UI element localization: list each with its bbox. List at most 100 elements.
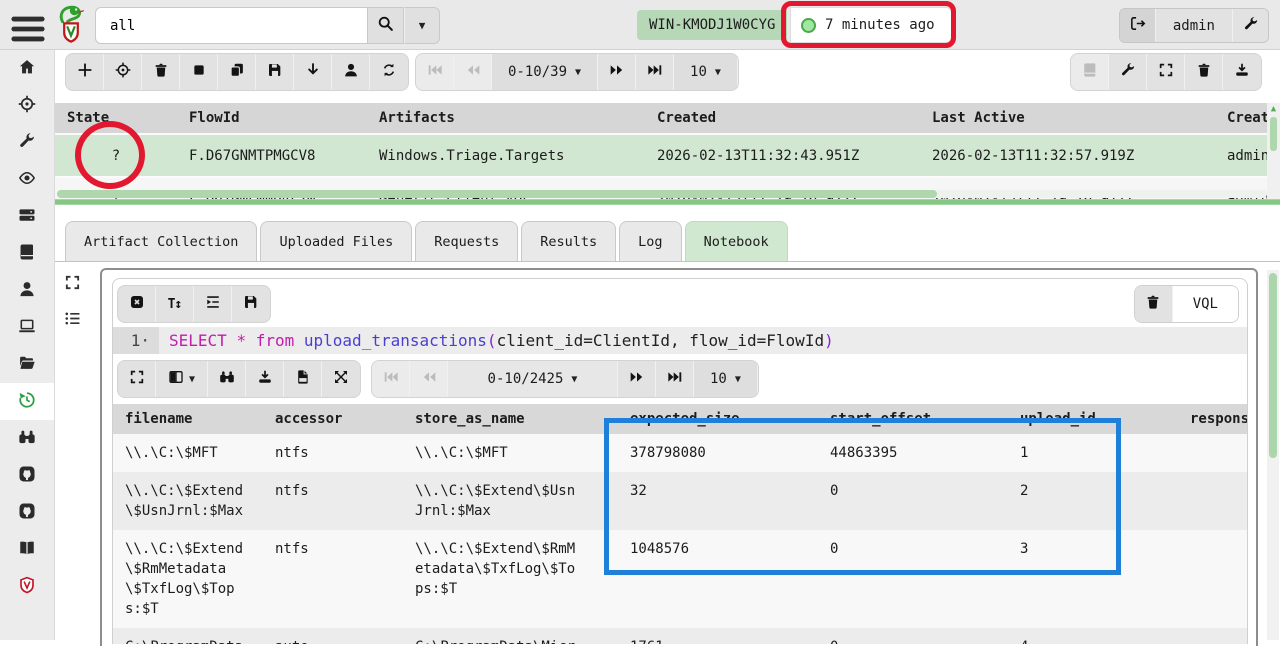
- column-selector-button[interactable]: ▼: [156, 361, 208, 397]
- col-filename[interactable]: filename: [113, 404, 263, 434]
- upload-row[interactable]: \\.\C:\$Extend\$UsnJrnl:$Max ntfs \\.\C:…: [113, 472, 1247, 530]
- col-response[interactable]: response: [1178, 404, 1247, 434]
- col-expected-size[interactable]: expected_size: [618, 404, 818, 434]
- col-flowid[interactable]: FlowId: [177, 103, 367, 134]
- add-to-hunt-button[interactable]: [104, 54, 142, 90]
- upload-row[interactable]: \\.\C:\$Extend\$RmMetadata\$TxfLog\$Tops…: [113, 530, 1247, 628]
- delete-flow-button[interactable]: [142, 54, 180, 90]
- col-store-as-name[interactable]: store_as_name: [403, 404, 618, 434]
- save-collection-button[interactable]: [256, 54, 294, 90]
- sidebar-virtual-filesystem[interactable]: [0, 346, 54, 383]
- search-options-dropdown[interactable]: ▼: [404, 7, 440, 44]
- username-label[interactable]: admin: [1156, 9, 1232, 42]
- last-page-button[interactable]: [656, 361, 694, 397]
- vql-editor-line[interactable]: 1· SELECT * from upload_transactions(cli…: [113, 327, 1247, 354]
- user-settings-button[interactable]: [1232, 9, 1268, 42]
- logout-button[interactable]: [1120, 9, 1156, 42]
- flows-vertical-scrollbar[interactable]: ▲: [1267, 103, 1280, 199]
- sidebar-host-information[interactable]: [0, 309, 54, 346]
- tab-results[interactable]: Results: [521, 221, 616, 261]
- prev-page-button[interactable]: [454, 54, 492, 90]
- col-accessor[interactable]: accessor: [263, 404, 403, 434]
- reformat-vql-button[interactable]: [194, 286, 232, 322]
- flow-logs-button[interactable]: [1071, 54, 1109, 90]
- sidebar-documentation[interactable]: [0, 531, 54, 568]
- copy-collection-button[interactable]: [218, 54, 256, 90]
- toc-list-icon[interactable]: [64, 310, 81, 331]
- stop-icon: [191, 62, 207, 82]
- save-cell-button[interactable]: [232, 286, 270, 322]
- refresh-flows-button[interactable]: [370, 54, 408, 90]
- upload-row[interactable]: C:\ProgramData auto C:\ProgramData\Micr …: [113, 628, 1247, 644]
- sidebar-github-link[interactable]: [0, 457, 54, 494]
- tab-notebook[interactable]: Notebook: [685, 221, 788, 261]
- col-created[interactable]: Created: [645, 103, 920, 134]
- col-start-offset[interactable]: start_offset: [818, 404, 1008, 434]
- download-results-button[interactable]: [294, 54, 332, 90]
- sidebar-github-issues-link[interactable]: [0, 494, 54, 531]
- upload-row[interactable]: \\.\C:\$MFT ntfs \\.\C:\$MFT 378798080 4…: [113, 434, 1247, 472]
- tab-artifact-collection[interactable]: Artifact Collection: [65, 221, 257, 261]
- cancel-edit-button[interactable]: [118, 286, 156, 322]
- notebook-vertical-scrollbar[interactable]: [1267, 270, 1279, 640]
- vql-query[interactable]: SELECT * from upload_transactions(client…: [159, 327, 1247, 354]
- cell-language-button[interactable]: VQL: [1173, 286, 1238, 322]
- col-artifacts[interactable]: Artifacts: [367, 103, 645, 134]
- sidebar-client-events[interactable]: [0, 161, 54, 198]
- scroll-up-icon[interactable]: ▲: [1271, 103, 1276, 115]
- search-input[interactable]: [95, 7, 367, 44]
- scrollbar-thumb[interactable]: [1269, 273, 1277, 458]
- sidebar-server-events[interactable]: [0, 198, 54, 235]
- collect-from-client-button[interactable]: [332, 54, 370, 90]
- sidebar-hunt-manager[interactable]: [0, 87, 54, 124]
- sidebar-velociraptor-about[interactable]: [0, 568, 54, 605]
- col-last-active[interactable]: Last Active: [920, 103, 1215, 134]
- flow-row-selected[interactable]: ? F.D67GNMTPMGCV8 Windows.Triage.Targets…: [55, 134, 1280, 177]
- col-upload-id[interactable]: upload_id: [1008, 404, 1178, 434]
- binoculars-icon: [18, 428, 36, 450]
- fullscreen-button[interactable]: [1147, 54, 1185, 90]
- last-seen-button[interactable]: 7 minutes ago: [790, 7, 952, 43]
- delete-button[interactable]: [1185, 54, 1223, 90]
- table-search-button[interactable]: [208, 361, 246, 397]
- first-page-button[interactable]: [372, 361, 410, 397]
- tab-requests[interactable]: Requests: [415, 221, 518, 261]
- transform-table-button[interactable]: [322, 361, 360, 397]
- sidebar-server-artifacts[interactable]: [0, 235, 54, 272]
- fullscreen-icon[interactable]: [64, 274, 81, 295]
- build-collection-button[interactable]: [1109, 54, 1147, 90]
- sidebar-search-binoculars[interactable]: [0, 420, 54, 457]
- tab-log[interactable]: Log: [619, 221, 681, 261]
- sidebar-view-artifacts[interactable]: [0, 124, 54, 161]
- export-button[interactable]: [1223, 54, 1261, 90]
- next-page-button[interactable]: [618, 361, 656, 397]
- page-size-dropdown[interactable]: 10 ▼: [674, 54, 738, 90]
- hostname-badge[interactable]: WIN-KMODJ1W0CYG: [637, 10, 787, 40]
- page-range-dropdown[interactable]: 0-10/39 ▼: [492, 54, 598, 90]
- download-csv-button[interactable]: [284, 361, 322, 397]
- search-button[interactable]: [367, 7, 404, 44]
- sidebar-home[interactable]: [0, 50, 54, 87]
- hamburger-menu-icon[interactable]: [11, 12, 45, 38]
- sidebar-collected-artifacts[interactable]: [0, 383, 54, 420]
- panel-resize-divider[interactable]: [55, 199, 1280, 205]
- flows-horizontal-scrollbar[interactable]: [57, 190, 1267, 198]
- start-offset-cell: 0: [818, 628, 1008, 644]
- new-collection-button[interactable]: [66, 54, 104, 90]
- col-state[interactable]: State: [55, 103, 177, 134]
- text-size-button[interactable]: T↕: [156, 286, 194, 322]
- download-json-button[interactable]: [246, 361, 284, 397]
- prev-page-button[interactable]: [410, 361, 448, 397]
- scrollbar-thumb[interactable]: [57, 190, 937, 198]
- expand-table-button[interactable]: [118, 361, 156, 397]
- sidebar-users[interactable]: [0, 272, 54, 309]
- cancel-flow-button[interactable]: [180, 54, 218, 90]
- page-range-dropdown[interactable]: 0-10/2425 ▼: [448, 361, 618, 397]
- first-page-button[interactable]: [416, 54, 454, 90]
- page-size-dropdown[interactable]: 10 ▼: [694, 361, 758, 397]
- last-page-button[interactable]: [636, 54, 674, 90]
- next-page-button[interactable]: [598, 54, 636, 90]
- delete-cell-button[interactable]: [1135, 286, 1173, 322]
- tab-uploaded-files[interactable]: Uploaded Files: [260, 221, 412, 261]
- scrollbar-thumb[interactable]: [1270, 117, 1277, 151]
